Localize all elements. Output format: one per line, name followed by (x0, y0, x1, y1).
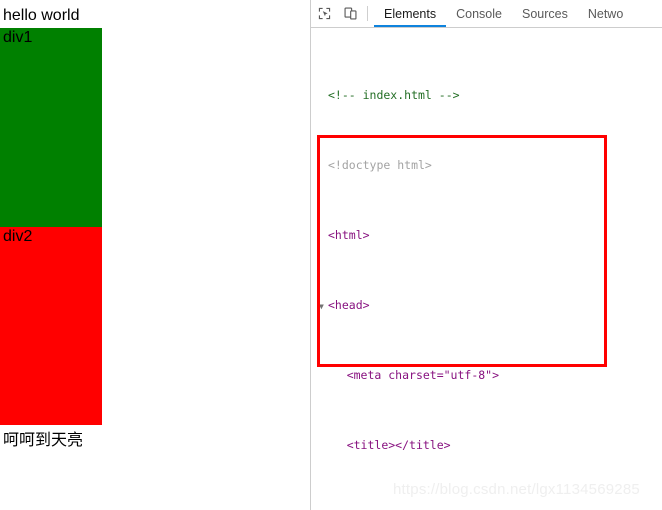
devtools-toolbar: Elements Console Sources Netwo (311, 0, 662, 28)
csdn-watermark: https://blog.csdn.net/lgx1134569285 (393, 481, 640, 498)
inspect-element-icon[interactable] (311, 1, 337, 27)
tab-console[interactable]: Console (446, 0, 512, 27)
tab-sources[interactable]: Sources (512, 0, 578, 27)
html-open-tag: <html> (328, 228, 370, 242)
head-open-tag: <head> (328, 298, 370, 312)
dom-tree: <!-- index.html --> <!doctype html> <htm… (311, 28, 662, 510)
toolbar-divider (367, 6, 368, 21)
spacer (319, 88, 328, 106)
dom-line-title[interactable]: <title></title> (311, 437, 662, 455)
device-toolbar-icon[interactable] (337, 1, 363, 27)
dom-line-comment[interactable]: <!-- index.html --> (311, 87, 662, 105)
disclosure-triangle-icon[interactable]: ▼ (319, 298, 328, 316)
spacer (319, 158, 328, 176)
tab-elements[interactable]: Elements (374, 0, 446, 27)
screenshot-root: hello world div1 div2 呵呵到天亮 Elements Con… (0, 0, 662, 510)
dom-line-head[interactable]: ▼<head> (311, 297, 662, 315)
html-comment: <!-- index.html --> (328, 88, 460, 102)
rendered-page-pane: hello world div1 div2 呵呵到天亮 (0, 0, 310, 510)
dom-line-doctype[interactable]: <!doctype html> (311, 157, 662, 175)
meta-tag: <meta charset="utf-8"> (347, 368, 499, 382)
spacer (319, 228, 328, 246)
page-bottom-text: 呵呵到天亮 (0, 425, 310, 450)
devtools-panel: Elements Console Sources Netwo <!-- inde… (310, 0, 662, 510)
title-tag: <title></title> (347, 438, 451, 452)
hello-world-text: hello world (0, 0, 310, 28)
dom-line-html[interactable]: <html> (311, 227, 662, 245)
dom-line-meta[interactable]: <meta charset="utf-8"> (311, 367, 662, 385)
dom-line-style-open[interactable]: ▼<style type="text/css"> (311, 507, 662, 510)
div2-red-box: div2 (0, 227, 102, 425)
doctype-text: <!doctype html> (328, 158, 432, 172)
div1-green-box: div1 (0, 28, 102, 227)
tab-network[interactable]: Netwo (578, 0, 633, 27)
